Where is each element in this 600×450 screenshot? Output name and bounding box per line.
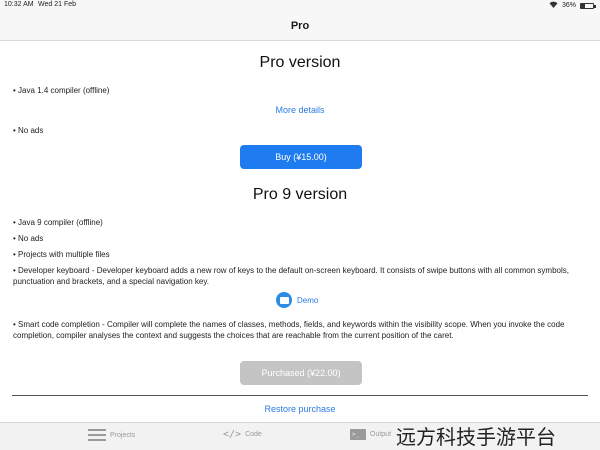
pro-feature-2: • No ads — [13, 126, 44, 135]
status-right: 36% — [549, 1, 596, 10]
page-title: Pro — [290, 20, 310, 32]
pro9-feature-5: • Smart code completion - Compiler will … — [13, 320, 565, 340]
watermark: 远方科技手游平台 — [396, 425, 556, 449]
divider — [12, 395, 588, 396]
pro9-feature-2: • No ads — [13, 234, 44, 243]
tab-output[interactable]: >_ Output — [350, 429, 391, 440]
restore-purchase-link[interactable]: Restore purchase — [0, 404, 600, 414]
more-details-link[interactable]: More details — [0, 105, 600, 115]
list-icon — [88, 429, 106, 441]
code-icon: </> — [223, 429, 242, 440]
tab-code-label: Code — [245, 431, 262, 438]
battery-fill — [581, 3, 586, 8]
demo-icon — [276, 292, 292, 308]
wifi-icon — [549, 1, 558, 10]
tab-code[interactable]: </> Code — [223, 429, 262, 440]
purchased-button: Purchased (¥22.00) — [240, 361, 362, 385]
nav-bar: Pro — [0, 12, 600, 41]
buy-button[interactable]: Buy (¥15.00) — [240, 145, 362, 169]
demo-label: Demo — [297, 295, 319, 305]
status-date: Wed 21 Feb — [38, 1, 77, 8]
tab-projects-label: Projects — [110, 431, 136, 439]
pro9-feature-4: • Developer keyboard - Developer keyboar… — [13, 266, 569, 286]
demo-button[interactable]: Demo — [276, 292, 318, 308]
status-bar: 10:32 AM Wed 21 Feb 36% — [0, 0, 600, 12]
status-time: 10:32 AM — [4, 1, 34, 8]
battery-percent: 36% — [561, 2, 576, 9]
pro-feature-1: • Java 1.4 compiler (offline) — [13, 86, 110, 95]
tab-output-label: Output — [370, 431, 392, 438]
pro9-version-title: Pro 9 version — [252, 186, 348, 203]
terminal-icon: >_ — [350, 429, 366, 440]
pro-version-title: Pro version — [259, 54, 341, 71]
tab-projects[interactable]: Projects — [88, 429, 135, 441]
pro9-feature-1: • Java 9 compiler (offline) — [13, 218, 103, 227]
pro9-feature-3: • Projects with multiple files — [13, 250, 110, 259]
battery-icon — [580, 2, 596, 9]
